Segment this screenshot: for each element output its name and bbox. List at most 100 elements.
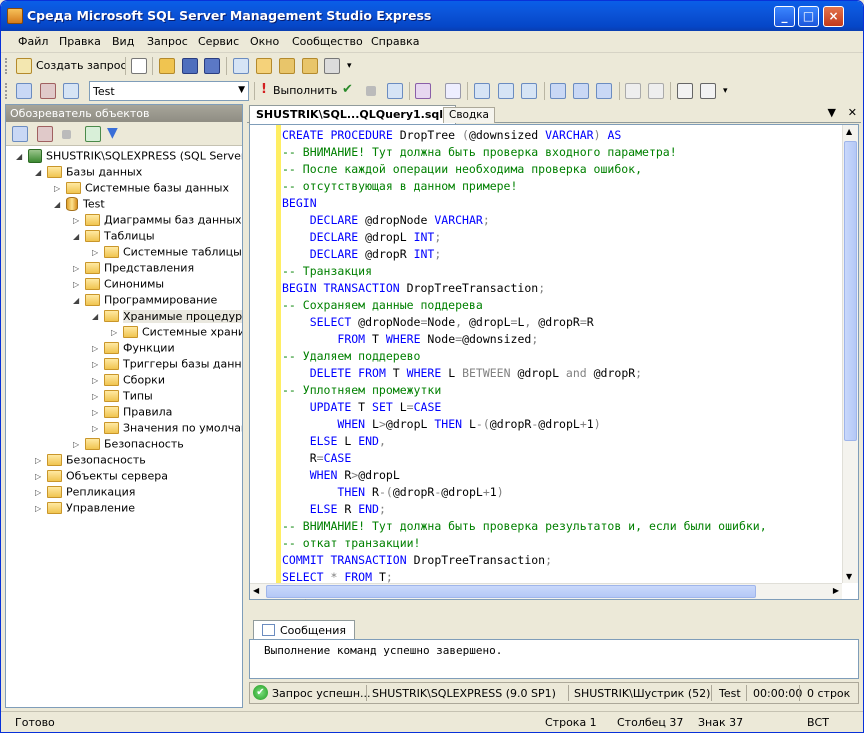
collapsed-arrow-icon[interactable]: ▷ [35,472,47,481]
expanded-arrow-icon[interactable]: ◢ [73,232,85,241]
expanded-arrow-icon[interactable]: ◢ [73,296,85,305]
open-folder-icon[interactable] [159,58,175,74]
disconnect-icon[interactable] [40,83,56,99]
tree-node[interactable]: ▷ Диаграммы баз данных [73,213,242,229]
parse-check-icon[interactable]: ✔ [342,82,353,97]
menu-file[interactable]: Файл [18,35,48,48]
menu-window[interactable]: Окно [250,35,279,48]
scroll-left-icon[interactable]: ◀ [253,586,259,595]
collapsed-arrow-icon[interactable]: ▷ [92,360,104,369]
close-button[interactable]: × [823,6,844,27]
toolbar-grip[interactable] [5,83,8,99]
toolbar-options-icon[interactable]: ▾ [347,61,352,71]
tree-node[interactable]: ▷ Значения по умолчан [92,421,242,437]
tree-node[interactable]: ◢ Программирование [73,293,217,309]
collapsed-arrow-icon[interactable]: ▷ [73,264,85,273]
collapsed-arrow-icon[interactable]: ▷ [92,424,104,433]
menu-help[interactable]: Справка [371,35,419,48]
tree-node[interactable]: ▷ Системные таблицы [92,245,242,261]
estimated-plan-icon[interactable] [474,83,490,99]
tree-node[interactable]: ◢ Хранимые процедуры [92,309,242,325]
decrease-indent-icon[interactable] [677,83,693,99]
disconnect-icon[interactable] [37,126,53,142]
tree-node[interactable]: ▷ Управление [35,501,135,517]
collapsed-arrow-icon[interactable]: ▷ [73,440,85,449]
code-text[interactable]: CREATE PROCEDURE DropTree (@downsized VA… [282,127,767,603]
connect-icon[interactable] [12,126,28,142]
title-bar[interactable]: Среда Microsoft SQL Server Management St… [1,1,863,31]
results-to-file-icon[interactable] [596,83,612,99]
menu-view[interactable]: Вид [112,35,134,48]
collapsed-arrow-icon[interactable]: ▷ [92,248,104,257]
properties-icon[interactable] [324,58,340,74]
tab-summary[interactable]: Сводка [443,107,495,123]
expanded-arrow-icon[interactable]: ◢ [54,200,66,209]
tree-node[interactable]: ▷ Репликация [35,485,135,501]
collapsed-arrow-icon[interactable]: ▷ [35,504,47,513]
expanded-arrow-icon[interactable]: ◢ [16,152,28,161]
collapsed-arrow-icon[interactable]: ▷ [35,488,47,497]
new-query-button[interactable]: Создать запрос [36,59,127,72]
toolbar-options-icon[interactable]: ▾ [723,86,728,96]
tree-node[interactable]: ▷ Системные базы данных [54,181,229,197]
filter-icon[interactable]: ▼ [107,125,118,141]
vertical-scrollbar[interactable]: ▲ ▼ [842,125,858,583]
tree-node[interactable]: ▷ Правила [92,405,172,421]
cancel-query-icon[interactable] [366,86,376,96]
tree-node[interactable]: ▷ Триггеры базы данных [92,357,242,373]
menu-community[interactable]: Сообщество [292,35,363,48]
horizontal-scrollbar[interactable]: ◀ ▶ [250,583,842,599]
query-plan-icon[interactable] [387,83,403,99]
scroll-thumb[interactable] [844,141,857,441]
tree-node[interactable]: ▷ Функции [92,341,175,357]
collapsed-arrow-icon[interactable]: ▷ [73,280,85,289]
tree-node[interactable]: ◢ Test [54,197,105,213]
tree-node[interactable]: ▷ Типы [92,389,153,405]
tree-node[interactable]: ▷ Объекты сервера [35,469,168,485]
stop-icon[interactable] [62,130,71,139]
collapsed-arrow-icon[interactable]: ▷ [54,184,66,193]
activity-monitor-icon[interactable] [233,58,249,74]
scroll-thumb[interactable] [266,585,756,598]
new-file-icon[interactable] [131,58,147,74]
collapsed-arrow-icon[interactable]: ▷ [92,408,104,417]
uncomment-icon[interactable] [648,83,664,99]
template-explorer-icon[interactable] [302,58,318,74]
refresh-icon[interactable] [85,126,101,142]
collapsed-arrow-icon[interactable]: ▷ [73,216,85,225]
maximize-button[interactable]: □ [798,6,819,27]
scroll-down-icon[interactable]: ▼ [846,572,852,581]
tree-node[interactable]: ▷ Безопасность [35,453,146,469]
tree-node[interactable]: ▷ Представления [73,261,194,277]
sql-editor[interactable]: CREATE PROCEDURE DropTree (@downsized VA… [249,124,859,603]
tab-query[interactable]: SHUSTRIK\SQL...QLQuery1.sql* [249,105,456,124]
change-connection-icon[interactable] [63,83,79,99]
results-to-grid-icon[interactable] [573,83,589,99]
client-stats-icon[interactable] [521,83,537,99]
collapsed-arrow-icon[interactable]: ▷ [92,376,104,385]
registered-servers-icon[interactable] [256,58,272,74]
database-select[interactable]: Test ▼ [89,81,249,101]
collapsed-arrow-icon[interactable]: ▷ [111,328,123,337]
messages-pane[interactable]: Выполнение команд успешно завершено. [249,639,859,679]
collapsed-arrow-icon[interactable]: ▷ [35,456,47,465]
results-to-text-icon[interactable] [550,83,566,99]
menu-query[interactable]: Запрос [147,35,188,48]
connect-icon[interactable] [16,83,32,99]
design-query-icon[interactable] [415,83,431,99]
collapsed-arrow-icon[interactable]: ▷ [92,392,104,401]
tree-node[interactable]: ▷ Сборки [92,373,165,389]
minimize-button[interactable]: _ [774,6,795,27]
tree-node[interactable]: ◢ Базы данных [35,165,142,181]
expanded-arrow-icon[interactable]: ◢ [92,312,104,321]
menu-tools[interactable]: Сервис [198,35,239,48]
object-explorer-icon[interactable] [279,58,295,74]
increase-indent-icon[interactable] [700,83,716,99]
specify-values-icon[interactable] [445,83,461,99]
close-document-icon[interactable]: ✕ [848,106,857,119]
include-plan-icon[interactable] [498,83,514,99]
dropdown-icon[interactable]: ▼ [827,106,835,119]
tree-node[interactable]: ◢ SHUSTRIK\SQLEXPRESS (SQL Server 9.0 [16,149,242,165]
expanded-arrow-icon[interactable]: ◢ [35,168,47,177]
tree-node[interactable]: ▷ Безопасность [73,437,184,453]
